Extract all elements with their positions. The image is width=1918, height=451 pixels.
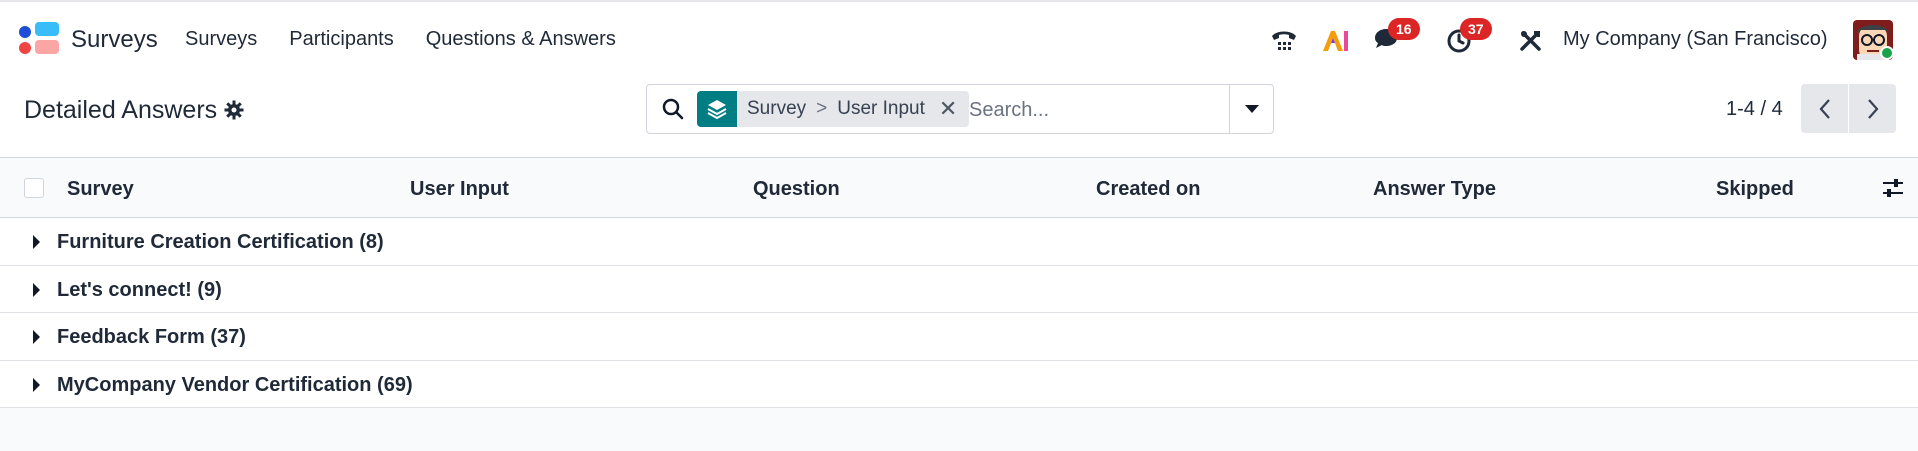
activities-badge: 37 [1460,18,1492,40]
messages-icon[interactable]: 16 [1372,18,1420,56]
group-row[interactable]: Let's connect! (9) [0,265,1918,313]
top-navbar: Surveys Surveys Participants Questions &… [0,0,1918,78]
layers-icon [697,91,737,127]
close-icon[interactable]: ✕ [935,91,969,127]
optional-columns-sliders-icon[interactable] [1882,178,1904,203]
facet-part-user-input: User Input [837,98,925,119]
page-title[interactable]: Detailed Answers [24,96,217,125]
debug-tools-icon[interactable] [1516,26,1546,56]
group-label: Feedback Form (37) [57,326,246,348]
presence-status-dot [1880,46,1894,60]
chevron-right-icon [1867,98,1878,119]
main-menu: Surveys Participants Questions & Answers [185,28,648,51]
pager-previous-button[interactable] [1801,84,1848,133]
list-header: Survey User Input Question Created on An… [0,158,1918,218]
menu-item-surveys[interactable]: Surveys [185,28,257,51]
column-header-skipped[interactable]: Skipped [1716,178,1794,201]
caret-right-icon [33,282,40,297]
facet-label: Survey > User Input [737,91,935,127]
messages-badge: 16 [1388,18,1420,40]
column-header-question[interactable]: Question [753,178,840,201]
control-panel: Detailed Answers Survey > User Input ✕ S… [0,78,1918,158]
menu-item-participants[interactable]: Participants [289,28,394,51]
list-view: Survey User Input Question Created on An… [0,158,1918,408]
facet-part-survey: Survey [747,98,807,119]
app-name[interactable]: Surveys [71,26,158,54]
caret-right-icon [33,330,40,344]
surveys-app-icon[interactable] [19,22,59,56]
ai-icon[interactable] [1320,26,1350,56]
group-row[interactable]: Feedback Form (37) [0,313,1918,361]
menu-item-questions-answers[interactable]: Questions & Answers [426,28,616,51]
group-by-facet[interactable]: Survey > User Input ✕ [697,91,970,127]
caret-right-icon [33,377,40,392]
column-header-user-input[interactable]: User Input [410,178,509,201]
search-bar: Survey > User Input ✕ [646,84,1274,134]
search-icon[interactable] [661,97,685,126]
activities-clock-icon[interactable]: 37 [1444,18,1492,56]
search-input[interactable] [969,93,1229,127]
group-label: MyCompany Vendor Certification (69) [57,373,413,396]
pager-next-button[interactable] [1849,84,1896,133]
group-label: Let's connect! (9) [57,278,222,301]
column-header-created-on[interactable]: Created on [1096,178,1200,201]
gear-icon[interactable] [224,100,244,125]
column-header-answer-type[interactable]: Answer Type [1373,178,1496,201]
select-all-checkbox[interactable] [24,178,44,198]
group-row[interactable]: MyCompany Vendor Certification (69) [0,360,1918,408]
company-switcher[interactable]: My Company (San Francisco) [1563,28,1828,51]
caret-right-icon [33,235,40,249]
search-panel-toggle[interactable] [1229,85,1273,133]
facet-separator: > [816,98,828,119]
group-row[interactable]: Furniture Creation Certification (8) [0,218,1918,266]
group-label: Furniture Creation Certification (8) [57,231,384,253]
pager-value[interactable]: 1-4 / 4 [1726,98,1783,121]
phone-icon[interactable] [1269,26,1299,56]
caret-down-icon [1244,105,1259,113]
chevron-left-icon [1819,98,1830,119]
column-header-survey[interactable]: Survey [67,178,134,201]
